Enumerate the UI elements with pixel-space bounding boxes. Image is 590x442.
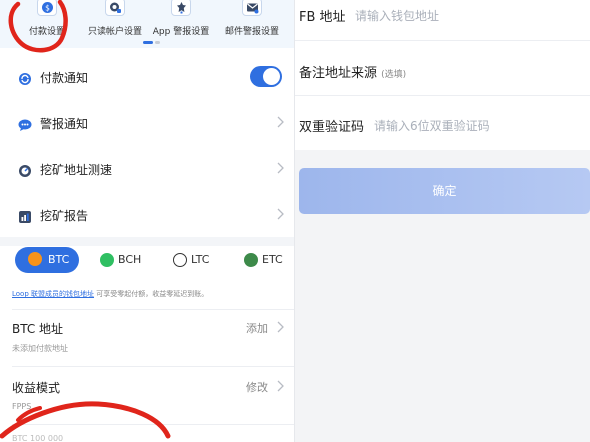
- section-divider: [0, 237, 294, 246]
- tab-app-alert[interactable]: App 警报设置: [150, 0, 212, 37]
- bitcoin-icon: [28, 252, 42, 266]
- tab-label: 只读帐户设置: [87, 27, 142, 37]
- btc-address-sub: 未添加付款地址: [12, 344, 68, 353]
- tab-label: 邮件警报设置: [224, 27, 279, 37]
- note-source-row: 备注地址来源 (选填): [295, 41, 590, 93]
- left-panel: $ 付款设置 只读帐户设置 App 警报设置 邮件警报设置 付款通知 警报通知 …: [0, 0, 294, 442]
- litecoin-icon: [173, 253, 187, 267]
- chevron-right-icon: [277, 208, 284, 220]
- tab-label: App 警报设置: [152, 27, 210, 37]
- wallet-hint: Loop 联盟成员的钱包地址 可享受零起付额，收益零延迟到账。: [12, 289, 208, 299]
- income-mode-label: 收益模式: [12, 381, 61, 395]
- bitcoin-cash-icon: [100, 253, 114, 267]
- twofa-label: 双重验证码: [299, 120, 365, 135]
- app-alert-icon: [171, 0, 191, 16]
- note-source-label: 备注地址来源 (选填): [299, 66, 407, 81]
- menu-alert-notice[interactable]: 警报通知: [0, 101, 294, 147]
- menu-label: 挖矿报告: [40, 209, 89, 223]
- twofa-input[interactable]: 请输入6位双重验证码: [374, 117, 490, 134]
- btc-address-label: BTC 地址: [12, 322, 64, 336]
- right-panel: FB 地址 请输入钱包地址 备注地址来源 (选填) 双重验证码 请输入6位双重验…: [295, 0, 590, 442]
- coin-label: ETC: [262, 253, 283, 266]
- refresh-icon: [18, 71, 32, 85]
- readonly-account-icon: [105, 0, 125, 16]
- menu-speed-test[interactable]: 挖矿地址测速: [0, 147, 294, 193]
- fb-address-input[interactable]: 请输入钱包地址: [355, 7, 439, 24]
- coin-tab-bch[interactable]: BCH: [100, 247, 141, 273]
- coin-label: BTC: [48, 253, 70, 266]
- menu-label: 警报通知: [40, 117, 89, 131]
- payment-settings-icon: $: [37, 0, 57, 16]
- coin-tab-btc[interactable]: BTC: [15, 247, 79, 273]
- coin-tab-ltc[interactable]: LTC: [173, 247, 209, 273]
- modify-mode-link[interactable]: 修改: [246, 379, 268, 395]
- menu-label: 付款通知: [40, 71, 89, 85]
- twofa-row: 双重验证码 请输入6位双重验证码: [295, 96, 590, 148]
- tab-readonly-account[interactable]: 只读帐户设置: [84, 0, 146, 37]
- divider: [12, 309, 294, 310]
- chevron-right-icon: [277, 321, 284, 333]
- fb-address-label: FB 地址: [299, 10, 346, 25]
- chevron-right-icon: [277, 162, 284, 174]
- hint-text: 可享受零起付额，收益零延迟到账。: [96, 290, 209, 298]
- menu-report[interactable]: 挖矿报告: [0, 193, 294, 239]
- tab-label: 付款设置: [28, 27, 65, 37]
- svg-text:$: $: [45, 3, 50, 12]
- tab-payment-settings[interactable]: $ 付款设置: [18, 0, 76, 37]
- bar-chart-icon: [18, 209, 32, 223]
- optional-tag: (选填): [381, 70, 407, 80]
- speedometer-icon: [18, 163, 32, 177]
- partial-row-text: BTC 100 000: [12, 434, 64, 442]
- payment-notice-toggle[interactable]: [250, 66, 282, 87]
- divider: [12, 424, 294, 425]
- coin-selector: BTC BCH LTC ETC: [0, 247, 294, 277]
- menu-label: 挖矿地址测速: [40, 163, 113, 177]
- loop-member-link[interactable]: Loop 联盟成员的钱包地址: [12, 290, 94, 298]
- divider: [12, 366, 294, 367]
- confirm-button[interactable]: 确定: [299, 168, 590, 214]
- ethereum-classic-icon: [244, 253, 258, 267]
- chevron-right-icon: [277, 116, 284, 128]
- add-address-link[interactable]: 添加: [246, 320, 268, 336]
- income-mode-value: FPPS: [12, 402, 32, 411]
- settings-tab-bar: $ 付款设置 只读帐户设置 App 警报设置 邮件警报设置: [0, 0, 294, 48]
- tab-email-alert[interactable]: 邮件警报设置: [220, 0, 284, 37]
- coin-label: BCH: [118, 253, 142, 266]
- chevron-right-icon: [277, 380, 284, 392]
- coin-label: LTC: [191, 253, 210, 266]
- chat-icon: [18, 117, 32, 131]
- email-alert-icon: [242, 0, 262, 16]
- address-form: FB 地址 请输入钱包地址 备注地址来源 (选填) 双重验证码 请输入6位双重验…: [295, 0, 590, 150]
- coin-tab-etc[interactable]: ETC: [244, 247, 283, 273]
